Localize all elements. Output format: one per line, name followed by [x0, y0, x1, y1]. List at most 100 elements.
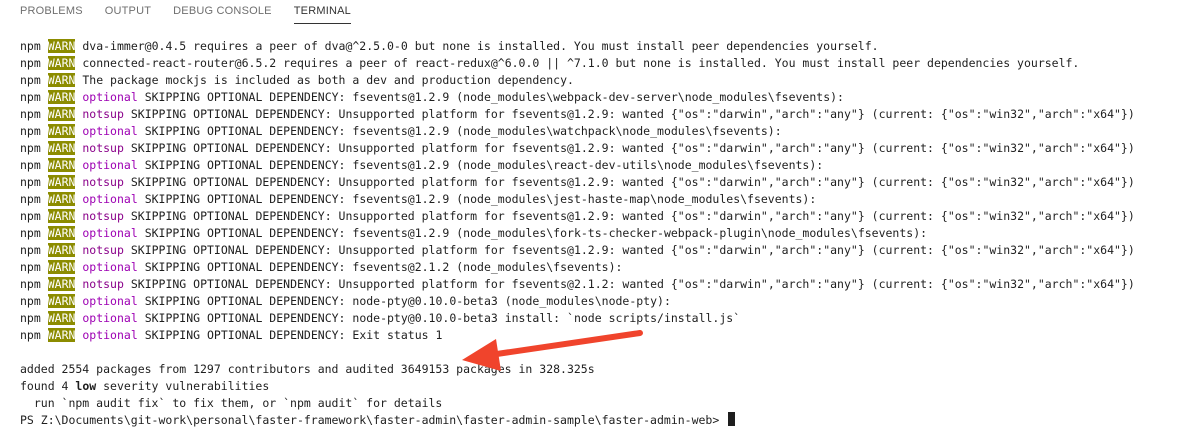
npm-prefix: npm: [20, 328, 41, 342]
warn-badge: WARN: [47, 124, 76, 138]
npm-prefix: npm: [20, 192, 41, 206]
warn-badge: WARN: [47, 39, 76, 53]
terminal-line: npm WARN dva-immer@0.4.5 requires a peer…: [20, 38, 1180, 55]
optional-tag: optional: [82, 192, 138, 206]
terminal-cursor: [728, 412, 736, 426]
warn-badge: WARN: [47, 209, 76, 223]
npm-warn-lines: npm WARN dva-immer@0.4.5 requires a peer…: [20, 38, 1180, 344]
terminal-line: npm WARN optional SKIPPING OPTIONAL DEPE…: [20, 123, 1180, 140]
npm-prefix: npm: [20, 209, 41, 223]
warn-badge: WARN: [47, 294, 76, 308]
terminal-line: npm WARN optional SKIPPING OPTIONAL DEPE…: [20, 225, 1180, 242]
optional-tag: optional: [82, 311, 138, 325]
terminal-line: npm WARN notsup SKIPPING OPTIONAL DEPEND…: [20, 174, 1180, 191]
warn-badge: WARN: [47, 243, 76, 257]
npm-prefix: npm: [20, 175, 41, 189]
npm-prefix: npm: [20, 124, 41, 138]
terminal-line: npm WARN optional SKIPPING OPTIONAL DEPE…: [20, 259, 1180, 276]
warn-message: SKIPPING OPTIONAL DEPENDENCY: Unsupporte…: [130, 175, 1135, 189]
optional-tag: optional: [82, 158, 138, 172]
found-text: found 4: [20, 379, 76, 393]
warn-message: SKIPPING OPTIONAL DEPENDENCY: fsevents@1…: [144, 226, 928, 240]
warn-badge: WARN: [47, 192, 76, 206]
optional-tag: optional: [82, 90, 138, 104]
warn-badge: WARN: [47, 107, 76, 121]
terminal-line: npm WARN The package mockjs is included …: [20, 72, 1180, 89]
warn-message: SKIPPING OPTIONAL DEPENDENCY: Unsupporte…: [130, 107, 1135, 121]
warn-message: The package mockjs is included as both a…: [82, 73, 574, 87]
optional-tag: optional: [82, 328, 138, 342]
terminal-line: npm WARN connected-react-router@6.5.2 re…: [20, 55, 1180, 72]
notsup-tag: notsup: [82, 209, 124, 223]
optional-tag: optional: [82, 294, 138, 308]
npm-prefix: npm: [20, 158, 41, 172]
warn-badge: WARN: [47, 73, 76, 87]
notsup-tag: notsup: [82, 277, 124, 291]
warn-badge: WARN: [47, 175, 76, 189]
terminal-line: npm WARN optional SKIPPING OPTIONAL DEPE…: [20, 157, 1180, 174]
npm-prefix: npm: [20, 90, 41, 104]
terminal-output[interactable]: npm WARN dva-immer@0.4.5 requires a peer…: [20, 38, 1180, 429]
warn-message: SKIPPING OPTIONAL DEPENDENCY: fsevents@1…: [144, 158, 824, 172]
notsup-tag: notsup: [82, 141, 124, 155]
terminal-line: npm WARN notsup SKIPPING OPTIONAL DEPEND…: [20, 208, 1180, 225]
tab-output[interactable]: OUTPUT: [105, 0, 151, 24]
audit-hint-line: run `npm audit fix` to fix them, or `npm…: [20, 396, 443, 410]
warn-message: SKIPPING OPTIONAL DEPENDENCY: Unsupporte…: [130, 209, 1135, 223]
npm-prefix: npm: [20, 226, 41, 240]
warn-message: SKIPPING OPTIONAL DEPENDENCY: Unsupporte…: [130, 243, 1135, 257]
prompt-path: PS Z:\Documents\git-work\personal\faster…: [20, 413, 727, 427]
warn-message: SKIPPING OPTIONAL DEPENDENCY: Exit statu…: [144, 328, 443, 342]
warn-message: SKIPPING OPTIONAL DEPENDENCY: fsevents@1…: [144, 192, 817, 206]
warn-message: SKIPPING OPTIONAL DEPENDENCY: fsevents@1…: [144, 124, 782, 138]
panel-tab-bar: PROBLEMS OUTPUT DEBUG CONSOLE TERMINAL: [0, 0, 1180, 24]
npm-prefix: npm: [20, 107, 41, 121]
notsup-tag: notsup: [82, 243, 124, 257]
npm-prefix: npm: [20, 277, 41, 291]
terminal-line: npm WARN notsup SKIPPING OPTIONAL DEPEND…: [20, 106, 1180, 123]
npm-prefix: npm: [20, 73, 41, 87]
tab-terminal[interactable]: TERMINAL: [293, 0, 351, 24]
terminal-line: npm WARN notsup SKIPPING OPTIONAL DEPEND…: [20, 140, 1180, 157]
npm-prefix: npm: [20, 56, 41, 70]
warn-badge: WARN: [47, 277, 76, 291]
tab-debug-console[interactable]: DEBUG CONSOLE: [173, 0, 272, 24]
terminal-line: npm WARN notsup SKIPPING OPTIONAL DEPEND…: [20, 276, 1180, 293]
terminal-line: npm WARN optional SKIPPING OPTIONAL DEPE…: [20, 327, 1180, 344]
summary-added-line: added 2554 packages from 1297 contributo…: [20, 362, 595, 376]
npm-prefix: npm: [20, 141, 41, 155]
warn-message: SKIPPING OPTIONAL DEPENDENCY: fsevents@2…: [144, 260, 623, 274]
warn-badge: WARN: [47, 311, 76, 325]
terminal-line: npm WARN optional SKIPPING OPTIONAL DEPE…: [20, 89, 1180, 106]
warn-badge: WARN: [47, 56, 76, 70]
warn-message: dva-immer@0.4.5 requires a peer of dva@^…: [82, 39, 879, 53]
terminal-line: npm WARN optional SKIPPING OPTIONAL DEPE…: [20, 293, 1180, 310]
optional-tag: optional: [82, 260, 138, 274]
warn-message: SKIPPING OPTIONAL DEPENDENCY: Unsupporte…: [130, 141, 1135, 155]
prompt-line[interactable]: PS Z:\Documents\git-work\personal\faster…: [20, 412, 1180, 429]
notsup-tag: notsup: [82, 175, 124, 189]
optional-tag: optional: [82, 226, 138, 240]
severity-low: low: [75, 379, 97, 393]
npm-prefix: npm: [20, 311, 41, 325]
warn-message: SKIPPING OPTIONAL DEPENDENCY: node-pty@0…: [144, 294, 671, 308]
severity-text: severity vulnerabilities: [96, 379, 270, 393]
warn-badge: WARN: [47, 90, 76, 104]
warn-badge: WARN: [47, 158, 76, 172]
warn-message: connected-react-router@6.5.2 requires a …: [82, 56, 1080, 70]
notsup-tag: notsup: [82, 107, 124, 121]
warn-message: SKIPPING OPTIONAL DEPENDENCY: fsevents@1…: [144, 90, 844, 104]
warn-message: SKIPPING OPTIONAL DEPENDENCY: node-pty@0…: [144, 311, 741, 325]
warn-badge: WARN: [47, 141, 76, 155]
npm-prefix: npm: [20, 294, 41, 308]
warn-badge: WARN: [47, 260, 76, 274]
vulnerabilities-line: found 4 low severity vulnerabilities: [20, 378, 1180, 395]
tab-problems[interactable]: PROBLEMS: [20, 0, 83, 24]
npm-prefix: npm: [20, 243, 41, 257]
terminal-line: npm WARN optional SKIPPING OPTIONAL DEPE…: [20, 191, 1180, 208]
optional-tag: optional: [82, 124, 138, 138]
npm-prefix: npm: [20, 260, 41, 274]
npm-prefix: npm: [20, 39, 41, 53]
terminal-line: npm WARN optional SKIPPING OPTIONAL DEPE…: [20, 310, 1180, 327]
